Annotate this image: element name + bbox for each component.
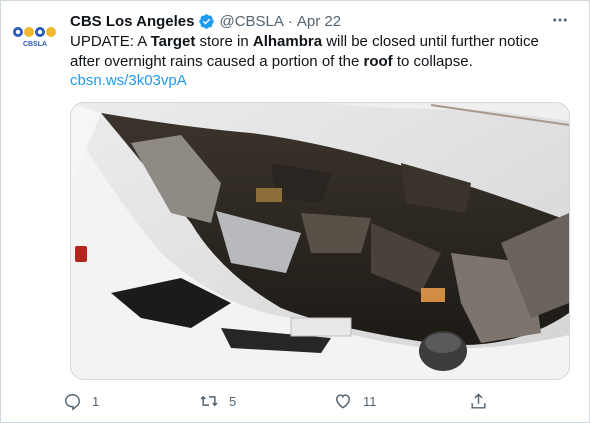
tweet-text-bold: roof [363, 52, 393, 70]
tweet-text: UPDATE: A Target store in Alhambra will … [70, 32, 550, 91]
cbsla-logo: CBSLA [10, 12, 60, 62]
photo-roof-collapse [71, 103, 569, 379]
share-button[interactable] [469, 389, 488, 413]
avatar[interactable]: CBSLA [9, 11, 61, 63]
tweet-text-bold: Alhambra [252, 33, 323, 50]
separator-dot: · [287, 12, 293, 30]
reply-icon [63, 392, 82, 411]
like-count: 11 [363, 393, 377, 409]
author-name[interactable]: CBS Los Angeles [70, 13, 194, 30]
tweet-body: UPDATE: A Target store in Alhambra will … [70, 33, 539, 70]
svg-text:CBSLA: CBSLA [23, 41, 47, 48]
share-icon [469, 392, 488, 411]
tweet-date[interactable]: Apr 22 [297, 13, 341, 30]
reply-count: 1 [92, 393, 100, 409]
tweet-actions: 1 5 11 [63, 389, 503, 413]
like-button[interactable]: 11 [333, 389, 377, 413]
tweet-text-run: to collapse. [392, 52, 473, 70]
tweet-link[interactable]: cbsn.ws/3k03vpA [70, 72, 187, 89]
verified-badge-icon [198, 13, 215, 30]
more-horizontal-icon[interactable] [549, 9, 571, 31]
retweet-button[interactable]: 5 [199, 389, 236, 413]
retweet-icon [199, 391, 219, 411]
reply-button[interactable]: 1 [63, 389, 99, 413]
author-handle[interactable]: @CBSLA [219, 13, 283, 30]
tweet-card[interactable]: CBSLA CBS Los Angeles @CBSLA · Apr 22 UP… [0, 0, 590, 423]
tweet-text-run: store in [195, 33, 253, 50]
tweet-text-bold: Target [150, 33, 196, 50]
retweet-count: 5 [229, 393, 237, 409]
tweet-photo[interactable] [70, 102, 570, 380]
heart-icon [333, 391, 353, 411]
tweet-header: CBS Los Angeles @CBSLA · Apr 22 [70, 10, 341, 32]
tweet-text-run: UPDATE: A [70, 33, 151, 50]
